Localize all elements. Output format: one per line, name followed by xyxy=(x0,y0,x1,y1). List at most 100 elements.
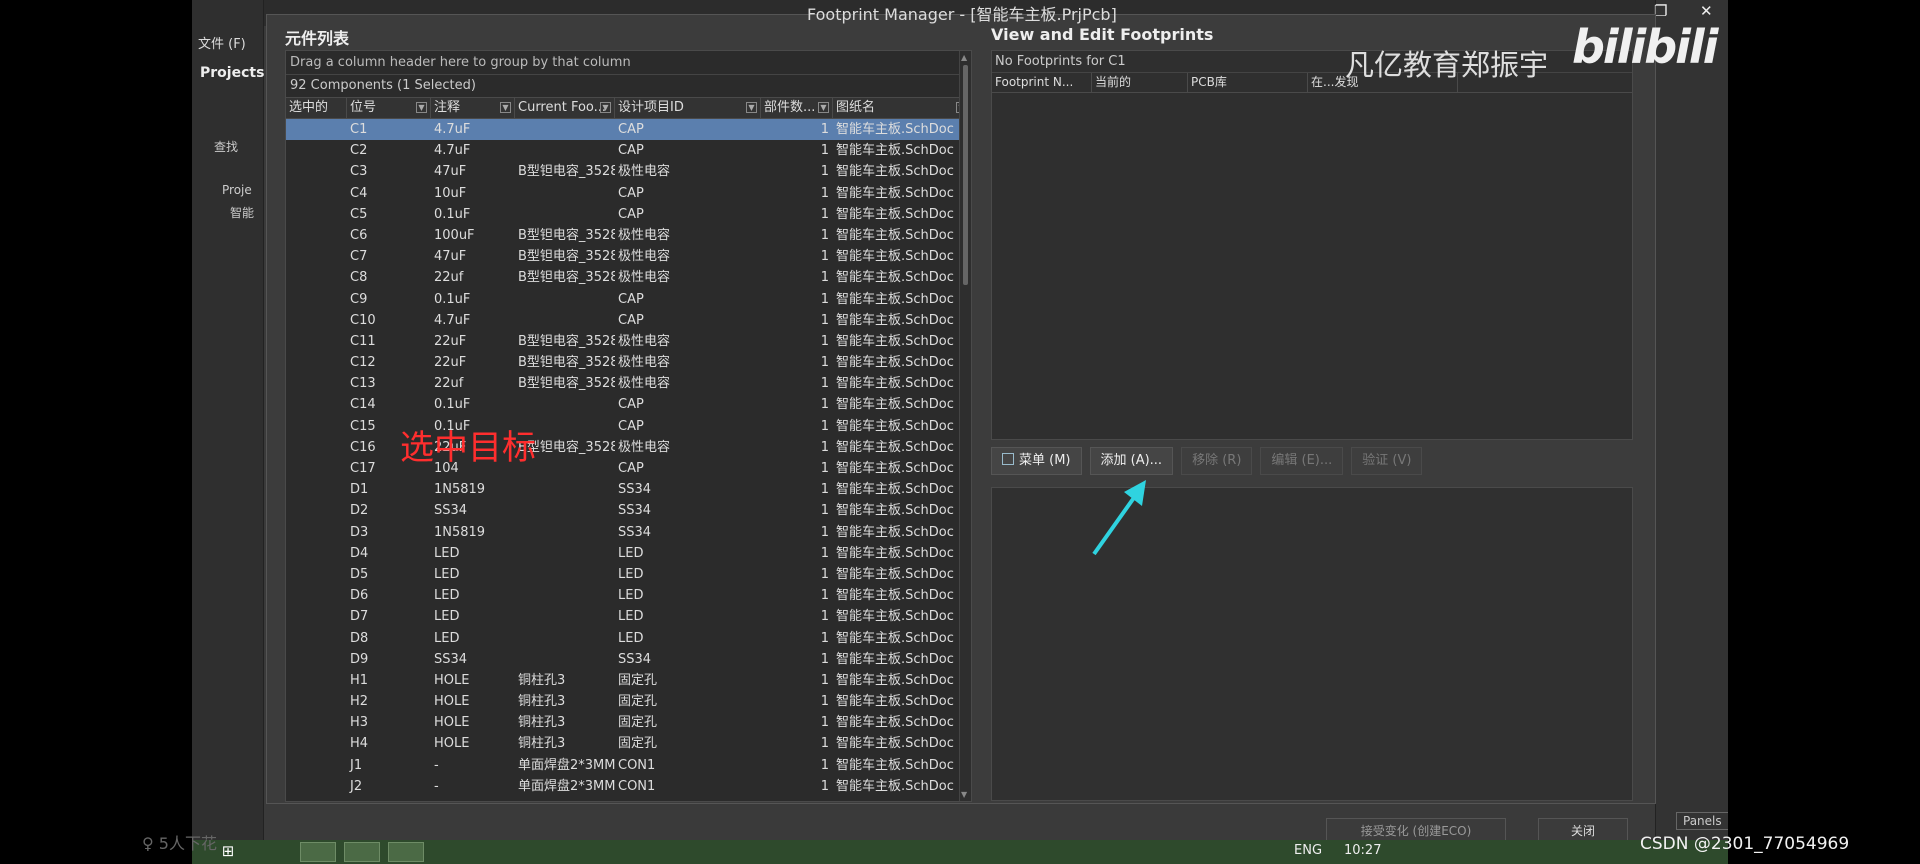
file-menu[interactable]: 文件 (F) xyxy=(198,33,246,52)
scroll-up-icon[interactable]: ▲ xyxy=(961,53,967,62)
table-row[interactable]: C15 0.1uF CAP 1 智能车主板.SchDoc xyxy=(286,416,971,437)
table-cell: D5 xyxy=(350,566,369,582)
table-cell: 极性电容 xyxy=(618,439,671,455)
column-header[interactable]: 选中的 xyxy=(286,98,347,118)
table-row[interactable]: C14 0.1uF CAP 1 智能车主板.SchDoc xyxy=(286,394,971,415)
column-header[interactable]: 图纸名▼ xyxy=(833,98,971,118)
table-row[interactable]: D9 SS34 SS34 1 智能车主板.SchDoc xyxy=(286,649,971,670)
remove-button[interactable]: 移除 (R) xyxy=(1181,447,1253,475)
table-row[interactable]: C11 22uF B型钽电容_3528 极性电容 1 智能车主板.SchDoc xyxy=(286,331,971,352)
add-button[interactable]: 添加 (A)... xyxy=(1089,447,1174,475)
table-cell: 智能车主板.SchDoc xyxy=(836,757,954,773)
table-row[interactable]: C13 22uf B型钽电容_3528 极性电容 1 智能车主板.SchDoc xyxy=(286,373,971,394)
table-row[interactable]: C2 4.7uF CAP 1 智能车主板.SchDoc xyxy=(286,140,971,161)
table-row[interactable]: H1 HOLE 铜柱孔3 固定孔 1 智能车主板.SchDoc xyxy=(286,670,971,691)
column-header[interactable]: 位号 ▼ xyxy=(347,98,431,118)
table-cell xyxy=(286,352,347,373)
table-row[interactable]: H4 HOLE 铜柱孔3 固定孔 1 智能车主板.SchDoc xyxy=(286,733,971,754)
table-cell: C12 xyxy=(350,355,376,371)
filter-icon[interactable]: ▼ xyxy=(818,102,829,113)
table-row[interactable]: C5 0.1uF CAP 1 智能车主板.SchDoc xyxy=(286,204,971,225)
table-cell: 1 xyxy=(820,757,829,773)
table-row[interactable]: C10 4.7uF CAP 1 智能车主板.SchDoc xyxy=(286,310,971,331)
table-cell xyxy=(286,140,347,161)
close-window-icon[interactable]: ✕ xyxy=(1700,2,1713,20)
panels-button[interactable]: Panels xyxy=(1676,812,1728,830)
filter-icon[interactable]: ▼ xyxy=(500,102,511,113)
app-task-icon[interactable] xyxy=(388,842,424,862)
table-row[interactable]: J1 - 单面焊盘2*3MM CON1 1 智能车主板.SchDoc xyxy=(286,755,971,776)
column-header[interactable]: 设计项目ID ▼ xyxy=(615,98,761,118)
table-cell: SS34 xyxy=(618,503,652,519)
table-row[interactable]: D4 LED LED 1 智能车主板.SchDoc xyxy=(286,543,971,564)
table-row[interactable]: C7 47uF B型钽电容_3528 极性电容 1 智能车主板.SchDoc xyxy=(286,246,971,267)
table-cell: SS34 xyxy=(434,503,468,519)
watermark-text: 凡亿教育郑振宇 xyxy=(1345,48,1549,82)
footprint-column-header[interactable]: 当前的 xyxy=(1092,73,1188,92)
file-explorer-icon[interactable] xyxy=(300,842,336,862)
column-header[interactable]: 部件数... ▼ xyxy=(761,98,833,118)
table-row[interactable]: C16 22uF B型钽电容_3528 极性电容 1 智能车主板.SchDoc xyxy=(286,437,971,458)
table-row[interactable]: D6 LED LED 1 智能车主板.SchDoc xyxy=(286,585,971,606)
view-edit-title: View and Edit Footprints xyxy=(991,25,1214,44)
filter-icon[interactable]: ▼ xyxy=(600,102,611,113)
csdn-watermark: CSDN @2301_77054969 xyxy=(1640,834,1850,854)
validate-button[interactable]: 验证 (V) xyxy=(1351,447,1423,475)
table-row[interactable]: C1 4.7uF CAP 1 智能车主板.SchDoc xyxy=(286,119,971,141)
table-row[interactable]: D2 SS34 SS34 1 智能车主板.SchDoc xyxy=(286,500,971,521)
scroll-thumb[interactable] xyxy=(963,65,968,285)
table-cell: 1 xyxy=(820,651,829,667)
table-cell xyxy=(515,564,615,585)
table-cell: 1 xyxy=(820,291,829,307)
footprint-column-header[interactable]: PCB库 xyxy=(1188,73,1308,92)
language-indicator[interactable]: ENG xyxy=(1294,843,1322,858)
table-cell: 智能车主板.SchDoc xyxy=(836,270,954,286)
table-cell: C1 xyxy=(350,122,368,137)
restore-icon[interactable]: ❐ xyxy=(1654,2,1667,20)
table-row[interactable]: C4 10uF CAP 1 智能车主板.SchDoc xyxy=(286,183,971,204)
project-tree-child[interactable]: 智能 xyxy=(230,204,254,221)
table-row[interactable]: C17 104 CAP 1 智能车主板.SchDoc xyxy=(286,458,971,479)
table-cell: H3 xyxy=(350,715,369,731)
table-cell: 1 xyxy=(820,270,829,286)
table-row[interactable]: C8 22uf B型钽电容_3528 极性电容 1 智能车主板.SchDoc xyxy=(286,267,971,288)
table-cell xyxy=(515,310,615,331)
project-tree-root[interactable]: Proje xyxy=(222,183,252,197)
table-row[interactable]: C3 47uF B型钽电容_3528 极性电容 1 智能车主板.SchDoc xyxy=(286,161,971,182)
table-cell: 铜柱孔3 xyxy=(518,672,566,688)
table-cell xyxy=(286,458,347,479)
table-row[interactable]: D7 LED LED 1 智能车主板.SchDoc xyxy=(286,606,971,627)
filter-icon[interactable]: ▼ xyxy=(746,102,757,113)
table-cell: C4 xyxy=(350,185,368,201)
table-row[interactable]: J2 - 单面焊盘2*3MM CON1 1 智能车主板.SchDoc xyxy=(286,776,971,797)
table-cell: 1 xyxy=(820,355,829,371)
table-cell: 0.1uF xyxy=(434,206,471,222)
table-cell: 22uf xyxy=(434,270,464,286)
table-cell: - xyxy=(434,757,439,773)
column-header[interactable]: Current Foo... ▼ xyxy=(515,98,615,118)
clock[interactable]: 10:27 xyxy=(1344,843,1381,858)
table-row[interactable]: D3 1N5819 SS34 1 智能车主板.SchDoc xyxy=(286,522,971,543)
edit-button[interactable]: 编辑 (E)... xyxy=(1260,447,1344,475)
filter-icon[interactable]: ▼ xyxy=(416,102,427,113)
menu-button[interactable]: 菜单 (M) xyxy=(991,447,1082,475)
table-row[interactable]: D8 LED LED 1 智能车主板.SchDoc xyxy=(286,628,971,649)
table-cell: H4 xyxy=(350,736,369,752)
table-row[interactable]: C6 100uF B型钽电容_3528 极性电容 1 智能车主板.SchDoc xyxy=(286,225,971,246)
column-header[interactable]: 注释 ▼ xyxy=(431,98,515,118)
table-cell: 1 xyxy=(820,143,829,159)
footprint-column-header[interactable]: Footprint N... xyxy=(992,73,1092,92)
table-row[interactable]: D1 1N5819 SS34 1 智能车主板.SchDoc xyxy=(286,479,971,500)
grid-scrollbar[interactable]: ▲ ▼ xyxy=(959,51,971,801)
altium-task-icon[interactable] xyxy=(344,842,380,862)
table-row[interactable]: D5 LED LED 1 智能车主板.SchDoc xyxy=(286,564,971,585)
scroll-down-icon[interactable]: ▼ xyxy=(961,790,967,799)
component-count: 92 Components (1 Selected) xyxy=(290,78,476,93)
table-cell: 铜柱孔3 xyxy=(518,694,566,710)
table-row[interactable]: H2 HOLE 铜柱孔3 固定孔 1 智能车主板.SchDoc xyxy=(286,691,971,712)
table-row[interactable]: C12 22uF B型钽电容_3528 极性电容 1 智能车主板.SchDoc xyxy=(286,352,971,373)
search-box[interactable]: 查找 xyxy=(214,138,238,155)
group-by-hint[interactable]: Drag a column header here to group by th… xyxy=(286,51,971,75)
table-row[interactable]: H3 HOLE 铜柱孔3 固定孔 1 智能车主板.SchDoc xyxy=(286,712,971,733)
table-row[interactable]: C9 0.1uF CAP 1 智能车主板.SchDoc xyxy=(286,289,971,310)
